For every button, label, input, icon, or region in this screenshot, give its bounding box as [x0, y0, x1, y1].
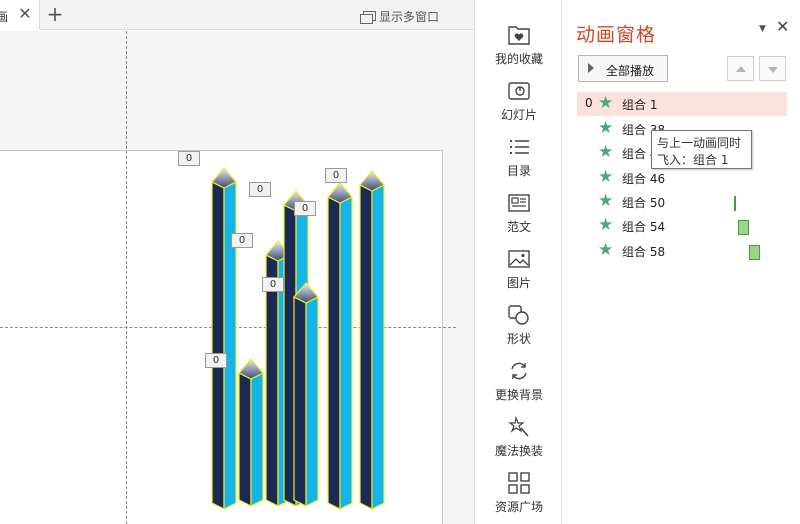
tab-title: 动画 [0, 10, 8, 24]
pillar-shape[interactable] [359, 170, 385, 510]
favorite-folder-icon [508, 26, 530, 45]
animation-timing-bar[interactable] [749, 245, 760, 260]
arrow-down-icon [768, 67, 778, 73]
animation-order-tag[interactable]: 0 [294, 201, 316, 216]
toolbar-label: 我的收藏 [494, 52, 543, 66]
pane-title: 动画窗格 [576, 24, 657, 46]
tab-close-icon[interactable]: ✕ [17, 5, 33, 23]
document-tab[interactable]: 动画 ✕ [0, 0, 40, 30]
animation-order-tag[interactable]: 0 [231, 233, 253, 248]
catalog-icon [510, 140, 529, 154]
change-background-icon [511, 362, 527, 380]
animation-order-tag[interactable]: 0 [249, 182, 271, 197]
entrance-star-icon: ★ [598, 240, 614, 260]
animation-timing-bar[interactable] [738, 220, 749, 235]
animation-order-tag[interactable]: 0 [178, 151, 200, 166]
play-all-label: 全部播放 [606, 64, 655, 78]
animation-order-number: 0 [585, 96, 593, 110]
pillar-shape[interactable] [327, 182, 353, 510]
animation-target-name: 组合 54 [622, 220, 666, 234]
play-all-button[interactable]: 全部播放 [578, 55, 668, 82]
pillar-shape[interactable] [238, 358, 264, 507]
animation-target-name: 组合 46 [622, 172, 666, 186]
animation-item[interactable]: ★ 组合 54 [577, 214, 787, 238]
tooltip-effect-text: 飞入：组合 1 [657, 153, 729, 167]
animation-order-tag[interactable]: 0 [262, 277, 284, 292]
side-toolbar: 我的收藏 幻灯片 目录 范文 图片 形状 更换背景 魔法换装 资源广场 [474, 0, 562, 524]
toolbar-pictures[interactable]: 图片 [475, 248, 563, 298]
toolbar-catalog[interactable]: 目录 [475, 136, 563, 186]
toolbar-label: 图片 [506, 276, 531, 290]
animation-target-name: 组合 1 [622, 98, 658, 112]
tooltip-timing-text: 与上一动画同时 [657, 136, 742, 150]
toolbar-label: 魔法换装 [494, 444, 543, 458]
pillar-shape[interactable] [211, 167, 237, 510]
arrow-up-icon [736, 66, 746, 72]
animation-order-tag[interactable]: 0 [325, 168, 347, 183]
resource-grid-icon [508, 472, 530, 494]
toolbar-label: 目录 [506, 164, 531, 178]
animation-item[interactable]: 0 ★ 组合 1 [577, 92, 787, 116]
multi-window-label: 显示多窗口 [379, 9, 440, 24]
animation-timing-bar[interactable] [734, 196, 736, 211]
entrance-star-icon: ★ [598, 191, 614, 211]
entrance-star-icon: ★ [598, 142, 614, 162]
entrance-star-icon: ★ [598, 93, 614, 113]
move-up-button[interactable] [727, 56, 754, 81]
animation-target-name: 组合 58 [622, 245, 666, 259]
animation-item[interactable]: ★ 组合 46 [577, 166, 787, 190]
toolbar-label: 幻灯片 [500, 108, 537, 122]
animation-item[interactable]: ★ 组合 58 [577, 239, 787, 263]
move-down-button[interactable] [759, 56, 786, 81]
magic-wand-icon [508, 416, 529, 437]
toolbar-templates[interactable]: 范文 [475, 192, 563, 242]
animation-pane: 动画窗格 ▼ ✕ 全部播放 0 ★ 组合 1 ★ 组合 38 ★ 组合 42 ★… [563, 0, 800, 524]
tab-bar: 动画 ✕ + 显示多窗口 [0, 0, 474, 30]
template-icon [508, 194, 530, 212]
toolbar-favorites[interactable]: 我的收藏 [475, 24, 563, 74]
toolbar-label: 资源广场 [494, 500, 543, 514]
multi-window-button[interactable]: 显示多窗口 [360, 8, 439, 24]
entrance-star-icon: ★ [598, 167, 614, 187]
multi-window-icon [360, 10, 376, 24]
pillar-group-graphic[interactable] [0, 31, 474, 524]
toolbar-resource-plaza[interactable]: 资源广场 [475, 472, 563, 522]
toolbar-label: 形状 [506, 332, 531, 346]
picture-icon [508, 250, 530, 268]
animation-tooltip: 与上一动画同时 飞入：组合 1 [651, 130, 752, 169]
toolbar-label: 范文 [506, 220, 531, 234]
play-icon [588, 63, 594, 73]
pillar-shape[interactable] [293, 282, 319, 507]
pane-close-icon[interactable]: ✕ [776, 17, 789, 36]
toolbar-slides[interactable]: 幻灯片 [475, 80, 563, 130]
toolbar-magic-outfit[interactable]: 魔法换装 [475, 416, 563, 466]
shape-icon [508, 305, 529, 325]
toolbar-shapes[interactable]: 形状 [475, 304, 563, 354]
toolbar-label: 更换背景 [494, 388, 543, 402]
animation-item[interactable]: ★ 组合 50 [577, 190, 787, 214]
entrance-star-icon: ★ [598, 215, 614, 235]
entrance-star-icon: ★ [598, 118, 614, 138]
add-tab-icon[interactable]: + [46, 4, 64, 24]
animation-target-name: 组合 50 [622, 196, 666, 210]
slide-canvas[interactable]: 0 0 0 0 0 0 0 [0, 31, 474, 524]
toolbar-change-background[interactable]: 更换背景 [475, 360, 563, 410]
animation-order-tag[interactable]: 0 [205, 353, 227, 368]
slides-icon [508, 82, 530, 100]
pane-menu-icon[interactable]: ▼ [759, 24, 766, 34]
